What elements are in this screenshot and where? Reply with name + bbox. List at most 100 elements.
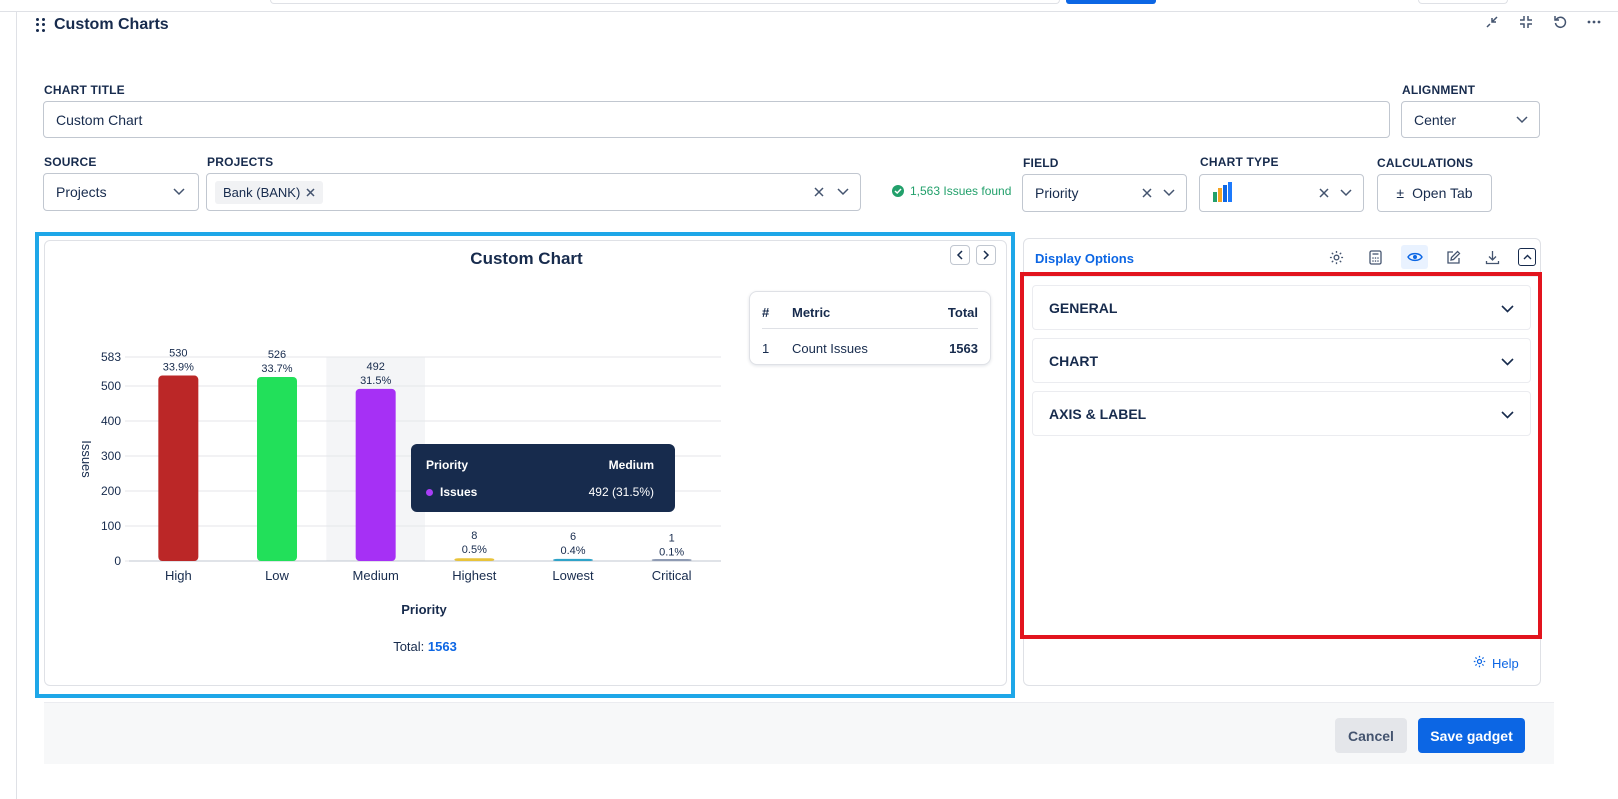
section-general[interactable]: GENERAL xyxy=(1032,285,1531,330)
chart-type-label: CHART TYPE xyxy=(1200,155,1279,169)
section-general-label: GENERAL xyxy=(1049,299,1118,316)
display-options-toolbar xyxy=(1323,245,1536,269)
plus-minus-icon: ± xyxy=(1396,185,1405,201)
header-total: Total xyxy=(947,304,978,320)
eye-icon[interactable] xyxy=(1401,245,1428,269)
y-tick-label: 583 xyxy=(101,350,121,364)
open-tab-label: Open Tab xyxy=(1412,185,1473,201)
alignment-select[interactable]: Center xyxy=(1401,101,1540,138)
minimize-icon[interactable] xyxy=(1482,12,1502,32)
calculator-icon[interactable] xyxy=(1362,245,1389,269)
metric-table-header: # Metric Total xyxy=(762,302,978,322)
data-label-value: 530 xyxy=(169,348,187,360)
bar-chart-icon xyxy=(1212,181,1315,205)
metric-table: # Metric Total 1 Count Issues 1563 xyxy=(749,291,991,365)
projects-label: PROJECTS xyxy=(207,155,274,169)
x-tick-label: Medium xyxy=(353,568,399,583)
field-value: Priority xyxy=(1035,185,1079,201)
y-tick-label: 0 xyxy=(114,554,121,568)
help-link[interactable]: Help xyxy=(1473,655,1519,671)
y-axis-title: Issues xyxy=(79,440,94,478)
source-select[interactable]: Projects xyxy=(43,173,199,211)
drag-handle-icon[interactable] xyxy=(36,18,46,32)
total-value: 1563 xyxy=(427,639,457,654)
chevron-down-icon[interactable] xyxy=(1160,184,1178,202)
chart-title-value: Custom Chart xyxy=(56,111,143,128)
footer-bar xyxy=(44,702,1554,764)
section-chart-label: CHART xyxy=(1049,352,1098,369)
gear-icon[interactable] xyxy=(1323,245,1350,269)
chart-title-input[interactable]: Custom Chart xyxy=(43,101,1390,138)
chart-title-label: CHART TITLE xyxy=(44,83,125,97)
bar xyxy=(355,388,396,561)
check-icon xyxy=(892,185,904,197)
help-label: Help xyxy=(1492,655,1519,671)
primary-button-edge xyxy=(1066,0,1156,4)
divider xyxy=(762,328,978,329)
section-axis-label[interactable]: AXIS & LABEL xyxy=(1032,391,1531,436)
alignment-value: Center xyxy=(1414,111,1457,128)
chevron-down-icon[interactable] xyxy=(834,183,852,201)
total-label: Total: xyxy=(393,639,425,654)
y-tick-label: 100 xyxy=(101,519,121,533)
y-tick-label: 300 xyxy=(101,449,121,463)
data-label-value: 492 xyxy=(366,361,384,373)
refresh-icon[interactable] xyxy=(1550,12,1570,32)
chevron-down-icon xyxy=(170,183,188,201)
chevron-down-icon xyxy=(1501,406,1514,422)
section-axis-label-label: AXIS & LABEL xyxy=(1049,405,1147,422)
left-divider xyxy=(16,12,17,799)
x-axis-title: Priority xyxy=(401,602,447,617)
chevron-up-icon[interactable] xyxy=(1518,248,1536,266)
chevron-down-icon xyxy=(1513,111,1531,129)
data-label-percent: 31.5% xyxy=(360,375,391,387)
tooltip-series: Issues xyxy=(426,485,477,499)
chart-type-select[interactable] xyxy=(1199,174,1364,212)
alignment-label: ALIGNMENT xyxy=(1402,83,1476,97)
chart-card: Custom Chart 0 100 200 300 400 500 583 530 33.9%… xyxy=(44,240,1007,686)
search-field-edge xyxy=(270,0,1060,4)
gear-icon xyxy=(1473,655,1486,671)
header-metric: Metric xyxy=(792,304,831,320)
previous-icon[interactable] xyxy=(950,245,970,265)
gadget-header: Custom Charts xyxy=(36,14,169,36)
tooltip-field: Priority xyxy=(426,458,469,472)
x-tick-label: Highest xyxy=(452,568,496,583)
bar xyxy=(553,558,593,561)
chevron-down-icon[interactable] xyxy=(1337,184,1355,202)
gadget-title: Custom Charts xyxy=(54,16,169,33)
tooltip-value: 492 (31.5%) xyxy=(588,485,654,499)
cancel-button[interactable]: Cancel xyxy=(1335,718,1407,753)
open-tab-button[interactable]: ± Open Tab xyxy=(1377,174,1492,212)
clear-icon[interactable] xyxy=(1315,184,1333,202)
display-options-title: Display Options xyxy=(1035,251,1134,266)
clear-icon[interactable] xyxy=(810,183,828,201)
data-label-percent: 0.5% xyxy=(462,544,487,556)
download-icon[interactable] xyxy=(1479,245,1506,269)
data-label-percent: 0.4% xyxy=(560,545,585,557)
section-chart[interactable]: CHART xyxy=(1032,338,1531,383)
clear-icon[interactable] xyxy=(1138,184,1156,202)
more-options-icon[interactable] xyxy=(1584,12,1604,32)
data-label-percent: 33.9% xyxy=(163,362,194,374)
next-icon[interactable] xyxy=(976,245,996,265)
y-tick-label: 500 xyxy=(101,379,121,393)
data-label-value: 1 xyxy=(669,533,675,545)
save-gadget-button[interactable]: Save gadget xyxy=(1418,718,1525,753)
x-tick-label: High xyxy=(165,568,192,583)
issues-found-text: 1,563 Issues found xyxy=(910,184,1012,198)
gadget-actions xyxy=(1482,12,1604,32)
issues-found-status: 1,563 Issues found xyxy=(892,184,1011,198)
project-chip-label: Bank (BANK) xyxy=(223,184,301,200)
x-tick-label: Low xyxy=(265,568,289,583)
row-number: 1 xyxy=(762,340,770,356)
bar xyxy=(651,559,692,561)
remove-chip-icon[interactable] xyxy=(306,185,315,200)
field-select[interactable]: Priority xyxy=(1022,174,1187,212)
chevron-down-icon xyxy=(1501,353,1514,369)
tooltip-series-name: Issues xyxy=(440,485,478,499)
series-dot-icon xyxy=(426,488,433,496)
projects-select[interactable]: Bank (BANK) xyxy=(206,173,861,211)
edit-icon[interactable] xyxy=(1440,245,1467,269)
collapse-icon[interactable] xyxy=(1516,12,1536,32)
